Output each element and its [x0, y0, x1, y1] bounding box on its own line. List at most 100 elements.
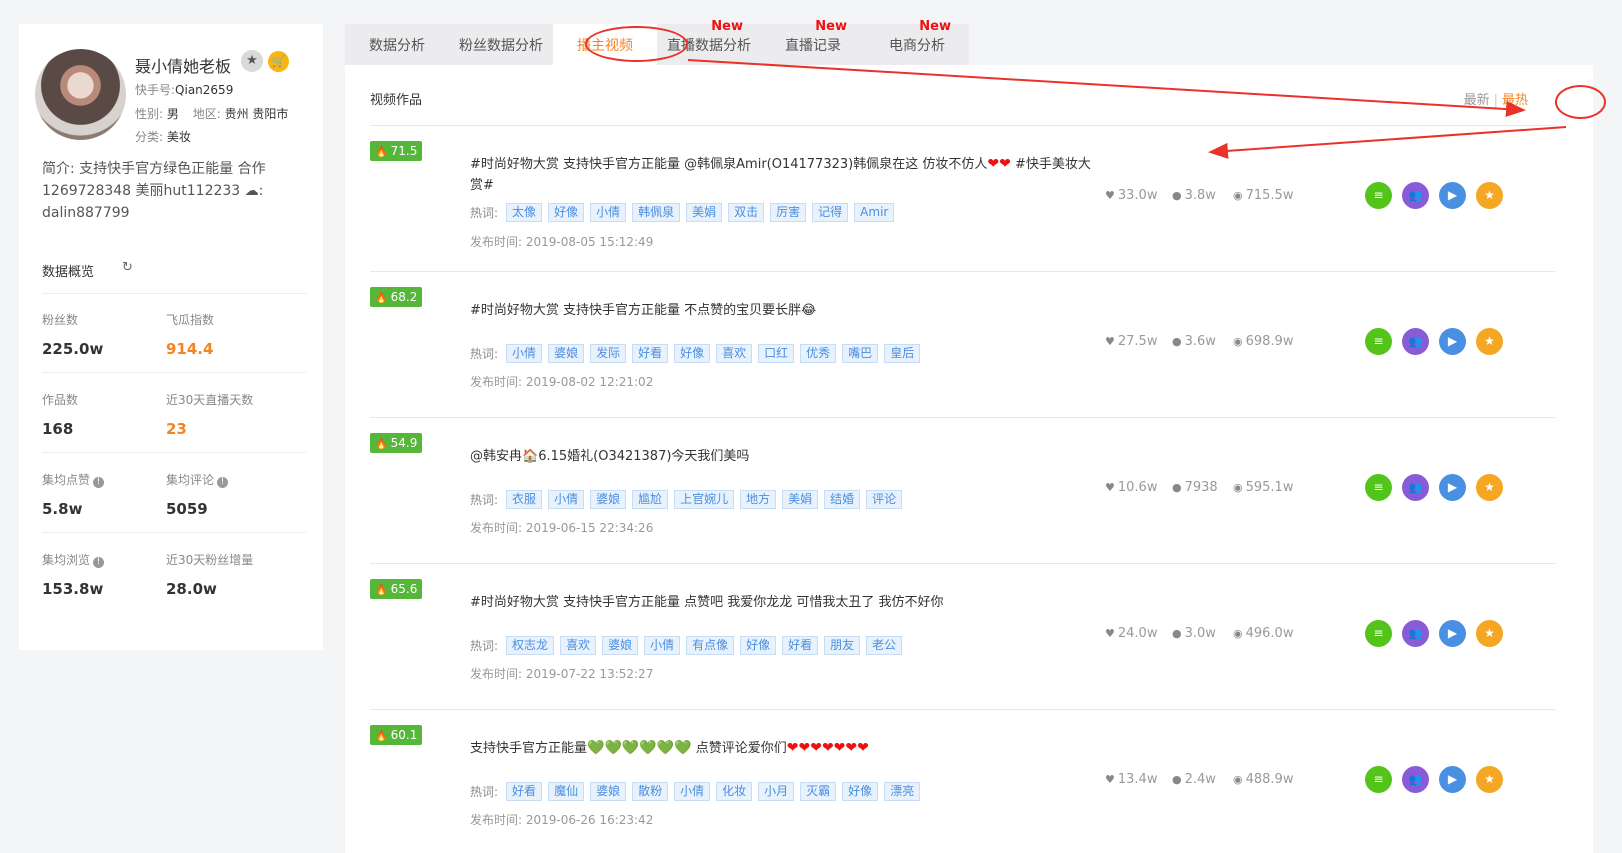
hotword-tag[interactable]: 口红 [758, 344, 795, 363]
play-icon[interactable]: ▶ [1439, 328, 1466, 355]
hotword-tag[interactable]: 太像 [506, 203, 543, 222]
hotword-tag[interactable]: Amir [854, 203, 895, 222]
score-badge: 🔥 65.6 [370, 579, 422, 599]
favorite-icon[interactable]: ★ [1476, 474, 1503, 501]
stat-value: 153.8w [42, 580, 104, 598]
fire-icon: 🔥 [375, 147, 391, 158]
hotword-tag[interactable]: 朋友 [824, 636, 861, 655]
hotword-tag[interactable]: 喜欢 [560, 636, 597, 655]
hotword-tag[interactable]: 厉害 [770, 203, 807, 222]
kuaishou-id-line: 快手号:Qian2659 [135, 81, 233, 98]
tab-item[interactable]: 粉丝数据分析 [449, 24, 553, 65]
play-icon[interactable]: ▶ [1439, 620, 1466, 647]
hotword-tag[interactable]: 婆娘 [602, 636, 639, 655]
hotword-tag[interactable]: 衣服 [506, 490, 543, 509]
view-count: ◉ 698.9w [1233, 334, 1293, 349]
video-title[interactable]: #时尚好物大赏 支持快手官方正能量 @韩佩泉Amir(O14177323)韩佩泉… [470, 154, 1100, 196]
audience-icon[interactable]: 👥 [1402, 328, 1429, 355]
hotword-tag[interactable]: 上官婉儿 [674, 490, 735, 509]
video-title[interactable]: #时尚好物大赏 支持快手官方正能量 不点赞的宝贝要长胖😂 [470, 300, 1100, 321]
play-icon[interactable]: ▶ [1439, 474, 1466, 501]
video-title[interactable]: 支持快手官方正能量💚💚💚💚💚💚 点赞评论爱你们❤❤❤❤❤❤❤ [470, 738, 1100, 759]
hotword-tag[interactable]: 好看 [632, 344, 669, 363]
hotword-tag[interactable]: 魔仙 [548, 782, 585, 801]
favorite-icon[interactable]: ★ [1476, 328, 1503, 355]
hotword-tag[interactable]: 结婚 [824, 490, 861, 509]
hotword-tag[interactable]: 好像 [674, 344, 711, 363]
play-icon[interactable]: ▶ [1439, 766, 1466, 793]
favorite-icon[interactable]: ★ [1476, 766, 1503, 793]
detail-icon[interactable]: ≡ [1365, 620, 1392, 647]
detail-icon[interactable]: ≡ [1365, 766, 1392, 793]
audience-icon[interactable]: 👥 [1402, 766, 1429, 793]
audience-icon[interactable]: 👥 [1402, 620, 1429, 647]
hotword-tag[interactable]: 好看 [506, 782, 543, 801]
hotword-tag[interactable]: 小倩 [644, 636, 681, 655]
detail-icon[interactable]: ≡ [1365, 328, 1392, 355]
info-icon[interactable]: ! [93, 557, 105, 568]
hotword-tag[interactable]: 尴尬 [632, 490, 669, 509]
stat-value: 23 [166, 420, 187, 438]
hotword-tag[interactable]: 小倩 [590, 203, 627, 222]
sort-hot[interactable]: 最热 [1502, 93, 1528, 108]
hotword-tag[interactable]: 嘴巴 [842, 344, 879, 363]
publish-label: 发布时间: [470, 667, 523, 681]
hotword-row: 热词: 太像 好像 小倩 韩佩泉 美娟 双击 厉害 记得 Amir [470, 203, 900, 222]
hotword-tag[interactable]: 好看 [782, 636, 819, 655]
avatar [35, 49, 126, 140]
play-icon[interactable]: ▶ [1439, 182, 1466, 209]
hotword-tag[interactable]: 地方 [740, 490, 777, 509]
tab-item[interactable]: 直播记录 New [761, 19, 865, 65]
hotword-tag[interactable]: 小倩 [674, 782, 711, 801]
hotword-tag[interactable]: 双击 [728, 203, 765, 222]
detail-icon[interactable]: ≡ [1365, 474, 1392, 501]
hotword-tag[interactable]: 有点像 [686, 636, 735, 655]
hotword-tag[interactable]: 发际 [590, 344, 627, 363]
view-count: ◉ 496.0w [1233, 626, 1293, 641]
info-icon[interactable]: ! [217, 477, 229, 488]
hotword-tag[interactable]: 婆娘 [548, 344, 585, 363]
publish-label: 发布时间: [470, 375, 523, 389]
hotword-tag[interactable]: 美娟 [782, 490, 819, 509]
hotword-tag[interactable]: 散粉 [632, 782, 669, 801]
hotword-tag[interactable]: 化妆 [716, 782, 753, 801]
info-icon[interactable]: ! [93, 477, 105, 488]
sort-latest[interactable]: 最新 [1464, 93, 1490, 108]
hotword-tag[interactable]: 小倩 [506, 344, 543, 363]
video-title[interactable]: @韩安冉🏠6.15婚礼(O3421387)今天我们美吗 [470, 446, 1100, 467]
hotword-tag[interactable]: 优秀 [800, 344, 837, 363]
hotword-tag[interactable]: 好像 [842, 782, 879, 801]
hotword-tag[interactable]: 婆娘 [590, 782, 627, 801]
hotword-tag[interactable]: 美娟 [686, 203, 723, 222]
audience-icon[interactable]: 👥 [1402, 182, 1429, 209]
hotword-tag[interactable]: 权志龙 [506, 636, 555, 655]
hotword-tag[interactable]: 好像 [548, 203, 585, 222]
video-title[interactable]: #时尚好物大赏 支持快手官方正能量 点赞吧 我爱你龙龙 可惜我太丑了 我仿不好你 [470, 592, 1100, 613]
hotword-tag[interactable]: 记得 [812, 203, 849, 222]
red-heart-icon: ❤❤ [987, 156, 1011, 172]
title-text: 支持快手官方正能量 [470, 741, 588, 756]
star-icon[interactable]: ★ [241, 50, 263, 72]
view-icon: ◉ [1233, 335, 1243, 348]
hotword-tag[interactable]: 老公 [866, 636, 903, 655]
data-overview: 数据概览 ↻ 粉丝数 225.0w 飞瓜指数 914.4 作品数 168 近30天直播天数 2… [19, 250, 323, 650]
audience-icon[interactable]: 👥 [1402, 474, 1429, 501]
hotword-tag[interactable]: 评论 [866, 490, 903, 509]
hotword-tag[interactable]: 婆娘 [590, 490, 627, 509]
favorite-icon[interactable]: ★ [1476, 182, 1503, 209]
favorite-icon[interactable]: ★ [1476, 620, 1503, 647]
hotword-tag[interactable]: 漂亮 [884, 782, 921, 801]
refresh-icon[interactable]: ↻ [122, 260, 133, 275]
fire-icon: 🔥 [375, 731, 391, 742]
tab-item[interactable]: 电商分析 New [865, 19, 969, 65]
detail-icon[interactable]: ≡ [1365, 182, 1392, 209]
hotword-tag[interactable]: 好像 [740, 636, 777, 655]
hotword-tag[interactable]: 韩佩泉 [632, 203, 681, 222]
category-line: 分类: 美妆 [135, 128, 191, 145]
hotword-tag[interactable]: 皇后 [884, 344, 921, 363]
hotword-tag[interactable]: 小倩 [548, 490, 585, 509]
hotword-tag[interactable]: 灭霸 [800, 782, 837, 801]
hotword-tag[interactable]: 喜欢 [716, 344, 753, 363]
hotword-tag[interactable]: 小月 [758, 782, 795, 801]
tab-item[interactable]: 数据分析 [345, 24, 449, 65]
